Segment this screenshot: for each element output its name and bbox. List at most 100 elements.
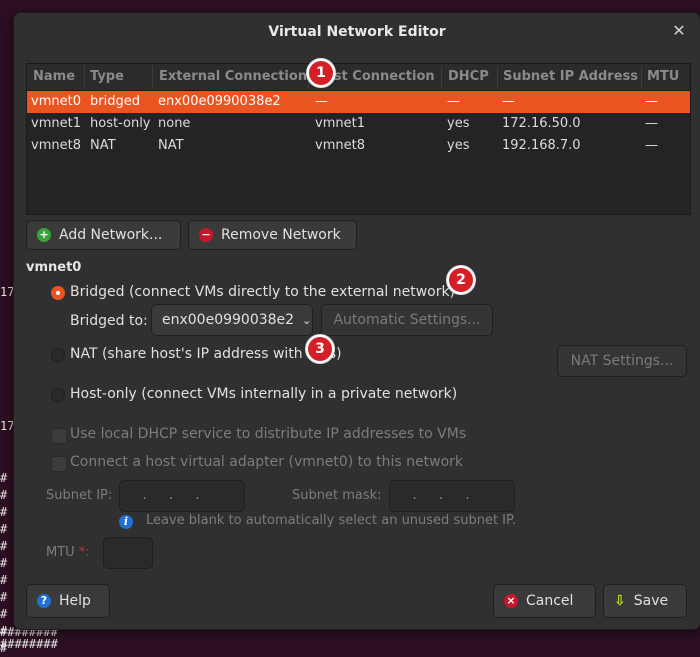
help-icon: ? bbox=[37, 594, 51, 608]
cell-dhcp: yes bbox=[447, 116, 470, 131]
help-button[interactable]: ? Help bbox=[26, 584, 110, 618]
column-header-external-connection[interactable]: External Connection bbox=[159, 69, 307, 84]
cell-name: vmnet1 bbox=[31, 116, 81, 131]
host-only-label[interactable]: Host-only (connect VMs internally in a p… bbox=[70, 386, 457, 402]
bridged-to-label: Bridged to: bbox=[70, 313, 148, 329]
column-separator bbox=[152, 66, 153, 88]
nat-radio[interactable] bbox=[51, 348, 65, 362]
nat-label[interactable]: NAT (share host's IP address with VMs) bbox=[70, 346, 342, 362]
column-separator bbox=[441, 66, 442, 88]
cell-name: vmnet0 bbox=[31, 94, 81, 109]
nat-settings-button[interactable]: NAT Settings... bbox=[557, 345, 687, 377]
mtu-label-text: MTU bbox=[46, 545, 75, 560]
column-separator bbox=[641, 66, 642, 88]
save-icon: ⇩ bbox=[614, 593, 626, 609]
mtu-required-marker: *: bbox=[78, 545, 90, 560]
dhcp-checkbox-label[interactable]: Use local DHCP service to distribute IP … bbox=[70, 426, 466, 442]
column-header-dhcp[interactable]: DHCP bbox=[448, 69, 498, 84]
section-title: vmnet0 bbox=[26, 260, 82, 275]
dhcp-checkbox[interactable] bbox=[51, 428, 67, 444]
bg-line: ######## bbox=[0, 637, 58, 651]
column-header-type[interactable]: Type bbox=[90, 69, 152, 84]
add-network-button[interactable]: + Add Network... bbox=[26, 220, 181, 250]
cell-name: vmnet8 bbox=[31, 138, 81, 153]
save-label: Save bbox=[633, 593, 669, 609]
automatic-settings-label: Automatic Settings... bbox=[333, 312, 481, 328]
cell-host-connection: — bbox=[315, 94, 328, 109]
cancel-button[interactable]: × Cancel bbox=[493, 584, 596, 618]
titlebar[interactable]: Virtual Network Editor ✕ bbox=[14, 13, 700, 51]
cell-type: NAT bbox=[90, 138, 116, 153]
bridged-to-value: enx00e0990038e2 bbox=[162, 312, 295, 328]
host-adapter-checkbox[interactable] bbox=[51, 456, 67, 472]
column-header-subnet-ip[interactable]: Subnet IP Address bbox=[503, 69, 643, 84]
column-separator bbox=[84, 66, 85, 88]
minus-icon: − bbox=[199, 228, 213, 242]
plus-icon: + bbox=[37, 228, 51, 242]
subnet-ip-field[interactable]: ... bbox=[119, 480, 245, 512]
column-header-name[interactable]: Name bbox=[33, 69, 85, 84]
info-icon: i bbox=[119, 515, 133, 529]
bg-line: # bbox=[0, 505, 8, 519]
host-only-radio[interactable] bbox=[51, 388, 65, 402]
bg-line: # bbox=[0, 539, 8, 553]
cell-dhcp: yes bbox=[447, 138, 470, 153]
cell-host-connection: vmnet8 bbox=[315, 138, 365, 153]
bridged-label[interactable]: Bridged (connect VMs directly to the ext… bbox=[70, 284, 455, 300]
cell-subnet-ip: — bbox=[502, 94, 515, 109]
mtu-label: MTU *: bbox=[46, 545, 90, 560]
subnet-ip-label: Subnet IP: bbox=[46, 488, 113, 503]
nat-settings-label: NAT Settings... bbox=[570, 353, 674, 369]
remove-network-label: Remove Network bbox=[221, 227, 341, 243]
bg-line: # bbox=[0, 573, 8, 587]
window-title: Virtual Network Editor bbox=[268, 24, 446, 40]
remove-network-button[interactable]: − Remove Network bbox=[188, 220, 357, 250]
cell-external-connection: enx00e0990038e2 bbox=[158, 94, 281, 109]
mtu-field[interactable] bbox=[103, 537, 153, 569]
column-header-mtu[interactable]: MTU bbox=[647, 69, 687, 84]
cell-dhcp: — bbox=[447, 94, 460, 109]
add-network-label: Add Network... bbox=[59, 227, 163, 243]
automatic-settings-button[interactable]: Automatic Settings... bbox=[321, 304, 493, 336]
subnet-ip-dots: ... bbox=[142, 487, 222, 503]
bg-line: # bbox=[0, 607, 8, 621]
save-button[interactable]: ⇩ Save bbox=[603, 584, 687, 618]
table-row[interactable]: vmnet1 host-only none vmnet1 yes 172.16.… bbox=[27, 113, 690, 135]
table-row[interactable]: vmnet8 NAT NAT vmnet8 yes 192.168.7.0 — bbox=[27, 135, 690, 157]
annotation-badge-1: 1 bbox=[306, 58, 336, 88]
cell-external-connection: none bbox=[158, 116, 191, 131]
cell-subnet-ip: 172.16.50.0 bbox=[502, 116, 581, 131]
table-header: Name Type External Connection Host Conne… bbox=[27, 64, 690, 91]
bg-line: # bbox=[0, 488, 8, 502]
chevron-down-icon: ⌄ bbox=[302, 313, 312, 327]
subnet-hint: Leave blank to automatically select an u… bbox=[146, 513, 516, 528]
cell-mtu: — bbox=[645, 138, 658, 153]
annotation-number: 2 bbox=[449, 268, 473, 292]
cancel-icon: × bbox=[504, 594, 518, 608]
bg-line: # bbox=[0, 590, 8, 604]
cell-type: bridged bbox=[90, 94, 140, 109]
cell-subnet-ip: 192.168.7.0 bbox=[502, 138, 581, 153]
annotation-number: 1 bbox=[309, 61, 333, 85]
host-adapter-checkbox-label[interactable]: Connect a host virtual adapter (vmnet0) … bbox=[70, 454, 463, 470]
bridged-to-select[interactable]: enx00e0990038e2 ⌄ bbox=[151, 304, 313, 336]
cell-external-connection: NAT bbox=[158, 138, 184, 153]
network-table[interactable]: Name Type External Connection Host Conne… bbox=[26, 63, 691, 215]
subnet-mask-field[interactable]: ... bbox=[389, 480, 515, 512]
bridged-radio[interactable] bbox=[51, 286, 65, 300]
close-icon[interactable]: ✕ bbox=[670, 22, 688, 40]
background-terminal: ######## bbox=[0, 636, 58, 653]
cancel-label: Cancel bbox=[526, 593, 574, 609]
annotation-badge-3: 3 bbox=[305, 334, 335, 364]
cell-type: host-only bbox=[90, 116, 151, 131]
annotation-number: 3 bbox=[308, 337, 332, 361]
help-label: Help bbox=[59, 593, 91, 609]
virtual-network-editor-window: Virtual Network Editor ✕ Name Type Exter… bbox=[13, 12, 700, 630]
annotation-badge-2: 2 bbox=[446, 265, 476, 295]
column-separator bbox=[497, 66, 498, 88]
table-row[interactable]: vmnet0 bridged enx00e0990038e2 — — — — bbox=[27, 91, 690, 113]
cell-host-connection: vmnet1 bbox=[315, 116, 365, 131]
subnet-mask-dots: ... bbox=[412, 487, 492, 503]
bg-line: # bbox=[0, 522, 8, 536]
bg-line: # bbox=[0, 471, 8, 485]
